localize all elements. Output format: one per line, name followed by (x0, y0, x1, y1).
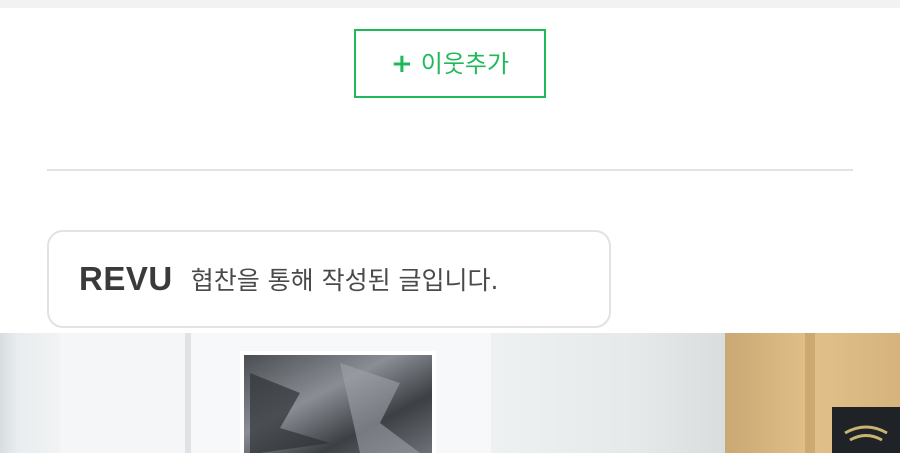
sponsorship-notice-text: 협찬을 통해 작성된 글입니다. (190, 266, 499, 295)
top-strip (0, 0, 900, 8)
sponsorship-notice-badge: REVU 협찬을 통해 작성된 글입니다. (47, 230, 611, 328)
add-neighbor-label: 이웃추가 (420, 49, 510, 78)
section-divider (47, 169, 853, 171)
add-neighbor-button[interactable]: + 이웃추가 (354, 29, 546, 98)
blog-post-page: + 이웃추가 REVU 협찬을 통해 작성된 글입니다. (0, 0, 900, 453)
revu-logo: REVU (79, 260, 173, 297)
post-photo (0, 333, 900, 453)
plus-icon: + (390, 48, 413, 79)
